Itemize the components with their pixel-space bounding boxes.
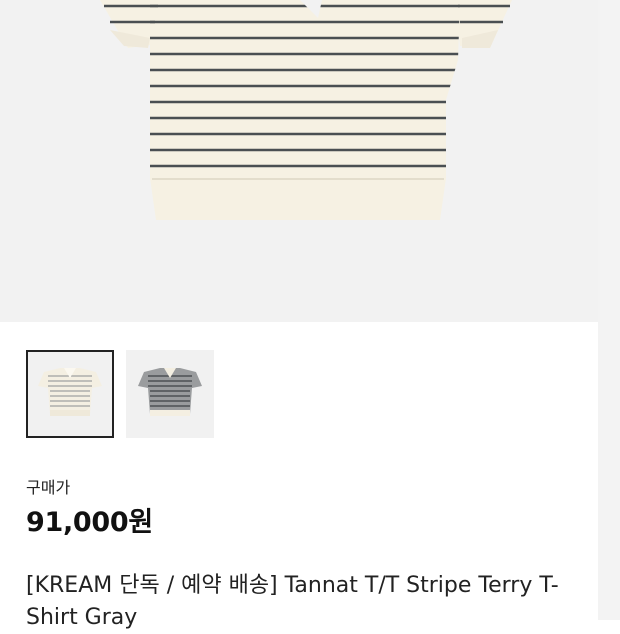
product-main-image [0, 0, 598, 322]
purchase-price-label: 구매가 [26, 478, 71, 497]
thumbnail-list [26, 350, 214, 438]
cream-stripe-shirt-thumbnail-image [38, 368, 102, 416]
side-gutter [598, 0, 620, 620]
thumbnail-gray-stripe-shirt[interactable] [126, 350, 214, 438]
product-title: [KREAM 단독 / 예약 배송] Tannat T/T Stripe Ter… [26, 573, 559, 630]
thumbnail-cream-stripe-shirt[interactable] [26, 350, 114, 438]
product-price: 91,000원 [26, 507, 153, 538]
gray-stripe-shirt-thumbnail-image [138, 368, 202, 416]
striped-polo-shirt-image [100, 0, 512, 220]
